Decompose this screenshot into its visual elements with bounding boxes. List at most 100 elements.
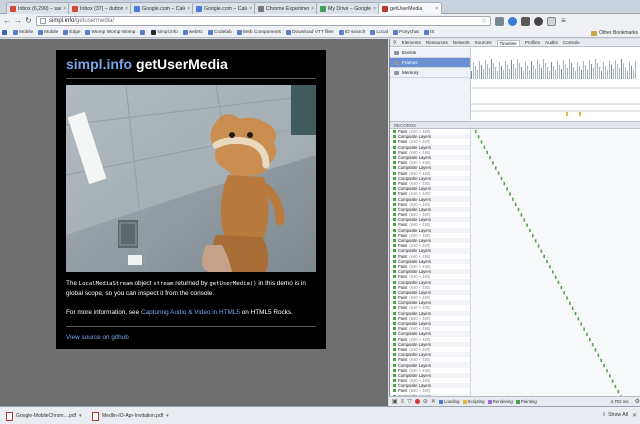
bookmark-item[interactable]: Local <box>370 30 388 35</box>
devtools-tab-console[interactable]: Console <box>563 40 580 45</box>
record-category-swatch <box>393 254 396 258</box>
legend-swatch <box>462 399 467 404</box>
browser-tab[interactable]: Inbox (6,299) – sam.du× <box>6 2 70 14</box>
frame-bar <box>541 68 542 79</box>
bookmark-item[interactable] <box>140 30 146 35</box>
extension-icon-chrome[interactable] <box>508 16 517 26</box>
reload-icon[interactable]: ↻ <box>25 16 32 26</box>
record-bar <box>537 244 540 248</box>
extension-icon-box[interactable] <box>547 16 556 26</box>
inspect-icon[interactable]: ⚲ <box>393 40 397 46</box>
html5rocks-link[interactable]: Capturing Audio & Video in HTML5 <box>141 309 240 316</box>
description-paragraph: The LocalMediaStream object stream retur… <box>66 280 306 297</box>
address-bar[interactable]: simpl.info/getusermedia/ ☆ <box>36 16 491 26</box>
timeline-row-events[interactable]: Events <box>390 48 470 58</box>
browser-tab[interactable]: getUserMedia × <box>378 2 442 14</box>
record-category-swatch <box>393 337 396 341</box>
tab-strip: Inbox (6,299) – sam.du×Inbox (37) – dutt… <box>0 0 640 14</box>
devtools-tab-profiles[interactable]: Profiles <box>525 40 540 45</box>
legend-loading[interactable]: Loading <box>438 399 460 404</box>
record-category-swatch <box>393 301 396 305</box>
clear-icon[interactable]: ⊘ <box>423 398 428 405</box>
tab-close-icon[interactable]: × <box>187 6 190 12</box>
bookmark-item[interactable]: Edge <box>63 30 80 35</box>
bookmark-item[interactable]: IO search <box>338 30 366 35</box>
github-link[interactable]: View source on github <box>66 334 129 341</box>
extension-icon-camera[interactable] <box>534 16 543 26</box>
bookmark-item[interactable]: Womp Womp Womp <box>85 30 135 35</box>
record-bar <box>566 296 568 300</box>
record-button[interactable] <box>414 399 420 404</box>
bookmark-star-icon[interactable]: ☆ <box>481 17 487 25</box>
trash-icon[interactable]: ✕ <box>431 398 436 405</box>
legend-rendering[interactable]: Rendering <box>487 399 513 404</box>
frame-bar <box>625 67 626 79</box>
bookmark-item[interactable]: Mobile <box>38 30 58 35</box>
divider <box>66 78 316 79</box>
frame-bar <box>493 63 494 79</box>
bookmark-item[interactable]: Web Components <box>236 30 281 35</box>
tab-close-icon[interactable]: × <box>435 6 438 12</box>
legend-scripting[interactable]: Scripting <box>462 399 485 404</box>
tab-close-icon[interactable]: × <box>63 6 66 12</box>
devtools-tab-elements[interactable]: Elements <box>402 40 421 45</box>
console-icon[interactable]: ≡ <box>401 399 405 405</box>
tab-close-icon[interactable]: × <box>249 6 252 12</box>
frame-bar <box>557 61 558 79</box>
chevron-down-icon[interactable]: ▾ <box>79 413 82 419</box>
bookmark-item[interactable]: Codelab <box>207 30 232 35</box>
other-bookmarks[interactable]: Other Bookmarks <box>587 28 638 37</box>
timeline-row-memory[interactable]: Memory <box>390 68 470 78</box>
record-bar <box>540 249 543 253</box>
record-bar <box>500 176 503 180</box>
record-bar <box>529 228 531 232</box>
bookmark-item[interactable]: Download VTT files <box>286 30 334 35</box>
back-icon[interactable]: ← <box>3 16 11 26</box>
menu-icon[interactable]: ≡ <box>560 16 567 26</box>
record-category-swatch <box>393 171 396 175</box>
devtools-tab-resources[interactable]: Resources <box>426 40 448 45</box>
bookmark-label: IO search <box>344 30 366 35</box>
extension-icon-mail[interactable] <box>495 16 504 26</box>
extension-icon-shield[interactable] <box>521 16 530 26</box>
show-all-button[interactable]: ⇩ Show All <box>602 412 628 418</box>
browser-tab[interactable]: Chrome Experiments× <box>254 2 318 14</box>
bookmark-item[interactable] <box>2 30 8 35</box>
record-category-swatch <box>393 285 396 289</box>
tab-label: Google.com – Calendar <box>204 5 247 12</box>
frame-bar <box>519 63 520 79</box>
dock-icon[interactable]: ▣ <box>392 398 398 405</box>
browser-tab[interactable]: Google.com – Calendar× <box>130 2 194 14</box>
record-category-swatch <box>393 233 396 237</box>
tab-close-icon[interactable]: × <box>311 6 314 12</box>
legend-painting[interactable]: Painting <box>515 399 537 404</box>
browser-tab[interactable]: My Drive – Google Drive× <box>316 2 380 14</box>
bookmark-item[interactable]: IS <box>423 30 434 35</box>
devtools-tab-audits[interactable]: Audits <box>545 40 558 45</box>
filter-icon[interactable]: ▽ <box>407 398 412 405</box>
tab-close-icon[interactable]: × <box>373 6 376 12</box>
bookmark-item[interactable]: simpl.info <box>151 30 178 35</box>
bookmark-item[interactable]: Ponychat <box>392 30 419 35</box>
devtools-tab-network[interactable]: Network <box>453 40 470 45</box>
timeline-row-frames[interactable]: Frames <box>390 58 470 68</box>
tab-close-icon[interactable]: × <box>125 6 128 12</box>
close-icon[interactable]: ✕ <box>632 412 637 419</box>
forward-icon[interactable]: → <box>14 16 22 26</box>
record-category-swatch <box>393 306 396 310</box>
record-category-swatch <box>393 327 396 331</box>
settings-icon[interactable]: ⚙ <box>635 398 640 405</box>
browser-tab[interactable]: Google.com – Calendar× <box>192 2 256 14</box>
chevron-down-icon[interactable]: ▾ <box>166 413 169 419</box>
bookmark-item[interactable]: Mobile <box>13 30 33 35</box>
record-bar <box>571 306 574 310</box>
devtools-tab-sources[interactable]: Sources <box>475 40 492 45</box>
download-item[interactable]: Medlin-IO-Apr-Invitation.pdf ▾ <box>92 410 169 422</box>
download-item[interactable]: Google-MobileChrom....pdf ▾ <box>6 410 82 422</box>
frame-bar <box>535 69 536 79</box>
devtools-tab-timeline[interactable]: Timeline <box>496 39 520 46</box>
browser-tab[interactable]: Inbox (37) – dutton@g× <box>68 2 132 14</box>
frame-bar <box>527 66 528 79</box>
legend-label: Loading <box>443 399 460 404</box>
bookmark-item[interactable]: webrtc <box>182 30 203 35</box>
